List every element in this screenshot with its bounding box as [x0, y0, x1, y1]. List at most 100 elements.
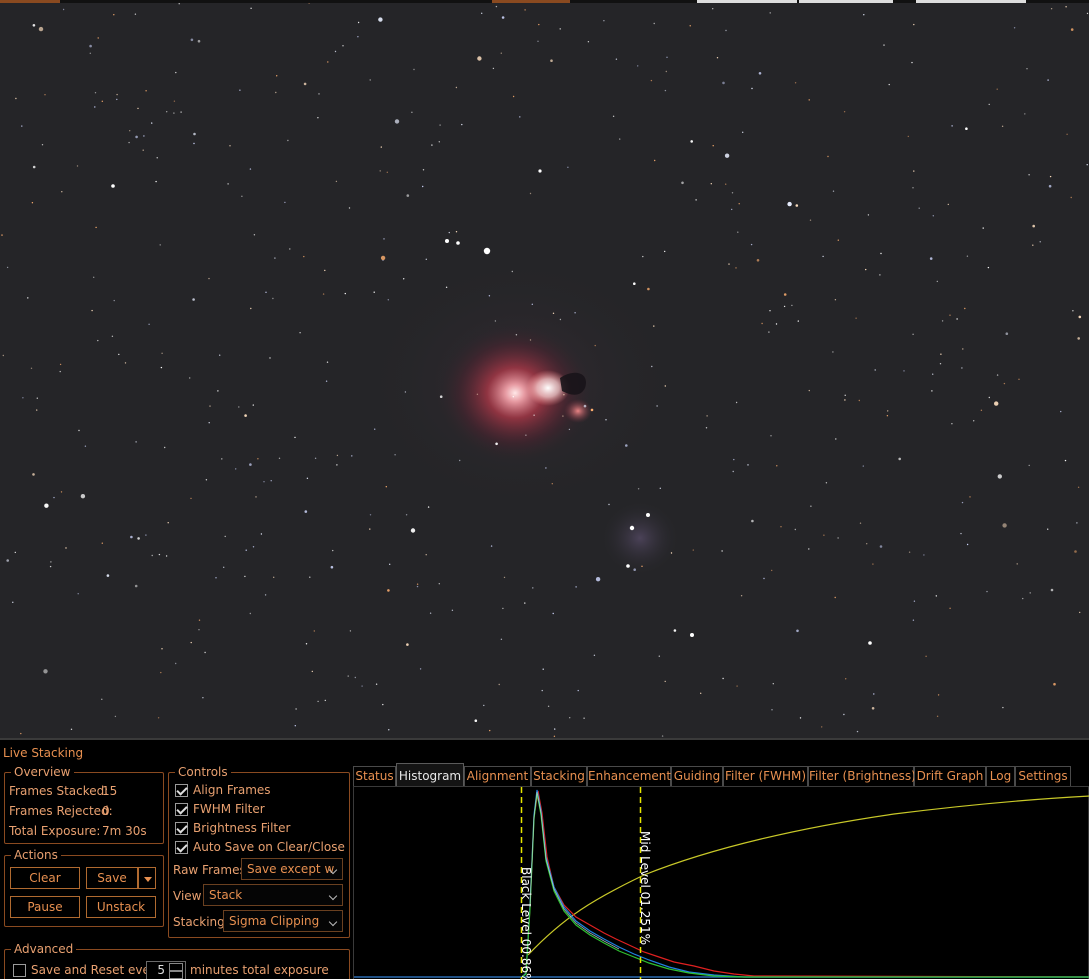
- star: [278, 457, 281, 459]
- star: [190, 38, 194, 42]
- auto-save-checkbox[interactable]: [175, 841, 188, 854]
- tab-enhancement[interactable]: Enhancement: [587, 766, 671, 786]
- spinner-down-icon[interactable]: [169, 971, 183, 979]
- fwhm-filter-checkbox[interactable]: [175, 803, 188, 816]
- tab-drift-graph[interactable]: Drift Graph: [914, 766, 986, 786]
- star: [936, 715, 939, 717]
- save-dropdown-button[interactable]: [138, 867, 156, 889]
- save-button[interactable]: Save: [86, 867, 138, 889]
- align-frames-checkbox[interactable]: [175, 784, 188, 797]
- tab-settings[interactable]: Settings: [1015, 766, 1071, 786]
- star: [594, 344, 596, 347]
- star: [898, 457, 901, 461]
- star: [336, 454, 339, 457]
- save-reset-checkbox[interactable]: [13, 964, 26, 977]
- star: [62, 8, 65, 11]
- view-select[interactable]: Stack: [203, 884, 343, 906]
- star: [871, 707, 875, 710]
- star: [265, 291, 267, 293]
- star: [304, 510, 308, 513]
- view-label: View: [173, 889, 202, 903]
- star: [868, 641, 872, 645]
- overview-legend: Overview: [11, 765, 74, 779]
- raw-frames-select[interactable]: Save except w: [241, 858, 343, 880]
- tab-histogram[interactable]: Histogram: [396, 763, 464, 786]
- star: [387, 589, 390, 592]
- star: [483, 247, 491, 255]
- star: [111, 184, 115, 188]
- tab-guiding[interactable]: Guiding: [671, 766, 723, 786]
- star: [794, 528, 796, 531]
- star: [405, 514, 408, 516]
- tab-log[interactable]: Log: [986, 766, 1015, 786]
- star: [542, 668, 544, 670]
- star: [476, 393, 479, 395]
- star: [996, 374, 999, 376]
- star: [932, 373, 934, 375]
- star: [859, 522, 862, 524]
- star: [229, 145, 231, 147]
- star: [737, 231, 739, 233]
- star: [923, 554, 925, 556]
- unstack-button[interactable]: Unstack: [86, 896, 156, 918]
- star: [738, 203, 740, 205]
- star: [986, 590, 988, 593]
- tab-filter-brightness[interactable]: Filter (Brightness): [808, 766, 916, 786]
- star: [911, 61, 913, 64]
- clear-button[interactable]: Clear: [10, 867, 80, 889]
- brightness-filter-label: Brightness Filter: [193, 821, 291, 835]
- pause-button[interactable]: Pause: [10, 896, 80, 918]
- star: [317, 117, 319, 119]
- spinner-up-icon[interactable]: [169, 963, 183, 971]
- star: [495, 442, 498, 446]
- star: [918, 207, 920, 209]
- stacking-label: Stacking: [173, 915, 225, 929]
- star: [825, 482, 828, 484]
- star: [751, 87, 753, 90]
- star: [501, 16, 505, 19]
- histogram-view[interactable]: Black Level 00.86% Mid Level 01.251%: [353, 786, 1089, 979]
- save-reset-minutes-input[interactable]: 5: [146, 961, 186, 979]
- star: [189, 377, 191, 379]
- star: [1076, 522, 1078, 524]
- star: [587, 41, 590, 43]
- tab-status[interactable]: Status: [353, 766, 396, 786]
- star: [629, 525, 635, 531]
- star: [101, 542, 104, 544]
- star: [284, 201, 286, 204]
- tab-alignment[interactable]: Alignment: [464, 766, 531, 786]
- star: [1060, 410, 1062, 413]
- star: [263, 481, 265, 483]
- star: [866, 543, 868, 545]
- star: [488, 295, 491, 297]
- star: [129, 130, 131, 132]
- star: [322, 293, 325, 295]
- star: [593, 654, 596, 656]
- controls-group: Controls Align Frames FWHM Filter Bright…: [168, 765, 350, 938]
- star: [438, 583, 440, 585]
- star: [1072, 310, 1074, 312]
- star: [32, 473, 35, 476]
- star: [821, 726, 823, 728]
- star: [1066, 133, 1068, 135]
- star: [642, 255, 644, 258]
- star: [14, 551, 16, 554]
- star: [615, 58, 618, 60]
- star: [202, 697, 204, 699]
- star: [775, 323, 778, 325]
- star: [776, 465, 778, 467]
- tab-stacking[interactable]: Stacking: [531, 766, 587, 786]
- star: [637, 488, 640, 490]
- tab-filter-fwhm[interactable]: Filter (FWHM): [723, 766, 808, 786]
- mid-level-label: Mid Level 01.251%: [638, 831, 652, 945]
- star: [224, 535, 226, 538]
- stacking-select[interactable]: Sigma Clipping: [223, 910, 343, 932]
- stacked-image[interactable]: [0, 3, 1089, 738]
- star: [608, 503, 610, 506]
- star: [198, 619, 201, 621]
- brightness-filter-checkbox[interactable]: [175, 822, 188, 835]
- star: [118, 353, 120, 356]
- star: [208, 422, 210, 424]
- star: [823, 534, 825, 536]
- star: [695, 199, 697, 201]
